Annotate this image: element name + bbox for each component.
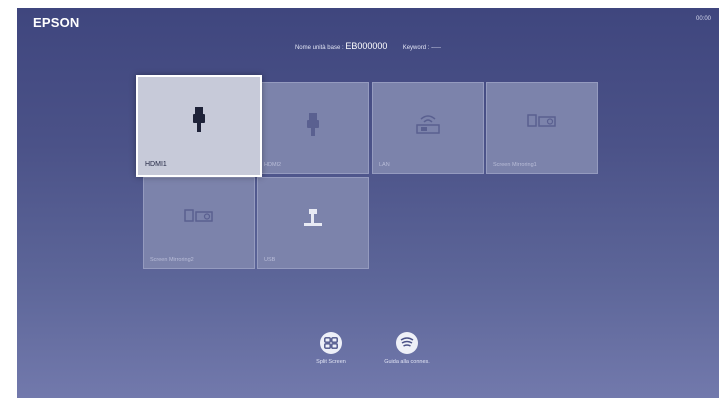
connection-info: Nome unità base : EB000000 Keyword : ---… [17,41,719,51]
split-screen-icon [320,332,342,354]
source-tile-screen-mirroring1[interactable]: Screen Mirroring1 [486,82,598,174]
source-label: HDMI1 [145,161,167,168]
usb-icon [258,208,368,236]
source-tile-usb[interactable]: USB [257,177,369,269]
projector-home-screen: EPSON 00:00 Nome unità base : EB000000 K… [17,8,719,398]
source-label: LAN [379,162,390,168]
source-tile-hdmi1[interactable]: HDMI1 [136,75,262,177]
split-screen-button[interactable]: Split Screen [291,332,371,365]
source-label: USB [264,257,276,263]
brand-logo: EPSON [33,15,80,30]
source-tile-hdmi2[interactable]: HDMI2 [257,82,369,174]
source-label: Screen Mirroring1 [493,162,537,168]
source-label: Screen Mirroring2 [150,257,194,263]
hdmi-icon [138,107,260,135]
source-label: HDMI2 [264,162,282,168]
unit-name-label: Nome unità base : [294,45,344,51]
lan-icon [373,113,483,141]
keyword-value: ----- [431,45,442,51]
unit-name-value: EB000000 [345,41,388,51]
wifi-icon [396,332,418,354]
split-screen-label: Split Screen [316,359,346,365]
hdmi-icon [258,113,368,141]
source-tile-lan[interactable]: LAN [372,82,484,174]
screen-mirroring-icon [144,208,254,236]
connection-guide-button[interactable]: Guida alla connes. [367,332,447,365]
source-tile-screen-mirroring2[interactable]: Screen Mirroring2 [143,177,255,269]
connection-guide-label: Guida alla connes. [384,359,430,365]
clock: 00:00 [695,16,711,22]
keyword-label: Keyword : [402,45,430,51]
screen-mirroring-icon [487,113,597,141]
